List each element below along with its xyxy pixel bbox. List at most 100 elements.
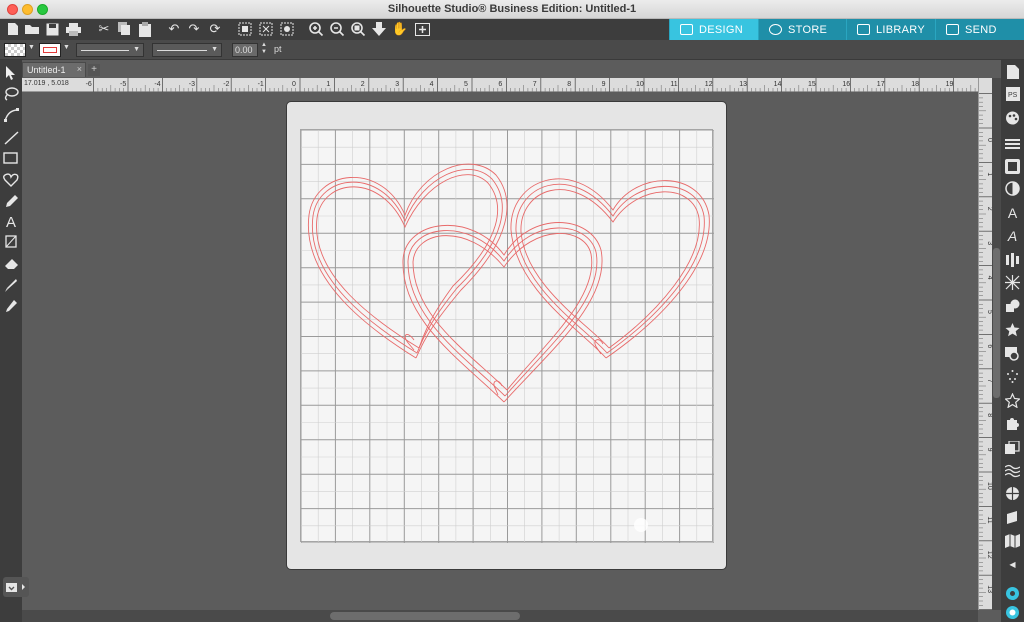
- cutting-mat: [286, 101, 727, 570]
- ruler-label: 6: [498, 81, 502, 88]
- fill-bucket-tool-icon[interactable]: [3, 234, 19, 250]
- page-setup-icon[interactable]: [1005, 64, 1020, 79]
- line-width-input[interactable]: 0.00: [232, 43, 258, 57]
- collapse-panel-icon[interactable]: ◀: [1005, 557, 1020, 572]
- ruler-label: 3: [395, 81, 399, 88]
- fill-panel-icon[interactable]: [1005, 110, 1020, 125]
- zoom-in-icon[interactable]: [308, 21, 324, 37]
- transparency-icon[interactable]: [1005, 181, 1020, 196]
- ungroup-icon[interactable]: [258, 21, 274, 37]
- cut-icon[interactable]: ✂: [96, 21, 112, 37]
- tab-design[interactable]: DESIGN: [669, 19, 758, 40]
- align-icon[interactable]: [1005, 252, 1020, 267]
- ruler-label: 16: [842, 81, 850, 88]
- ruler-label: -6: [86, 81, 92, 88]
- horizontal-scroll-thumb[interactable]: [330, 612, 520, 620]
- trace-icon[interactable]: [1005, 346, 1020, 361]
- text-tool-icon[interactable]: A: [3, 214, 19, 231]
- warp-icon[interactable]: [1005, 510, 1020, 525]
- print-icon[interactable]: [65, 21, 81, 37]
- pencil-tool-icon[interactable]: [3, 193, 19, 209]
- help-icon[interactable]: [1005, 605, 1020, 620]
- ruler-label: 1: [326, 81, 330, 88]
- copy-icon[interactable]: [116, 21, 132, 37]
- ruler-label: 10: [636, 81, 644, 88]
- add-page-icon[interactable]: [414, 21, 430, 37]
- puzzle-icon[interactable]: [1005, 416, 1020, 431]
- horizontal-scrollbar[interactable]: [22, 610, 978, 622]
- open-folder-icon[interactable]: [24, 21, 40, 37]
- line-end-select[interactable]: ▼: [152, 43, 222, 57]
- undo-icon[interactable]: ↶: [166, 21, 182, 37]
- eraser-tool-icon[interactable]: [3, 256, 19, 272]
- select-tool-icon[interactable]: [3, 65, 19, 81]
- vertical-ruler-ticks: 012345678910111213: [979, 93, 993, 619]
- heart-shape-tool-icon[interactable]: [3, 172, 19, 188]
- tab-store[interactable]: STORE: [758, 19, 846, 40]
- rectangle-tool-icon[interactable]: [3, 150, 19, 166]
- pan-down-icon[interactable]: [371, 21, 387, 37]
- settings-gear-icon[interactable]: [1005, 586, 1020, 601]
- sketch-icon[interactable]: [1005, 369, 1020, 384]
- window-title: Silhouette Studio® Business Edition: Unt…: [387, 3, 637, 15]
- line-tool-icon[interactable]: [3, 130, 19, 146]
- heart-center[interactable]: [402, 222, 603, 403]
- text-style-icon[interactable]: A: [1005, 205, 1020, 221]
- group-icon[interactable]: [237, 21, 253, 37]
- tab-send[interactable]: SEND: [935, 19, 1024, 40]
- vertical-scroll-thumb[interactable]: [993, 248, 1000, 398]
- nesting-icon[interactable]: [1005, 486, 1020, 501]
- ruler-label: 5: [464, 81, 468, 88]
- title-bar: Silhouette Studio® Business Edition: Unt…: [0, 0, 1024, 19]
- fill-dropdown-icon[interactable]: ▼: [28, 44, 35, 51]
- zoom-fit-icon[interactable]: [350, 21, 366, 37]
- redo-icon[interactable]: ↷: [186, 21, 202, 37]
- modify-icon[interactable]: [1005, 298, 1020, 313]
- rotate-icon[interactable]: ⟳: [207, 21, 223, 37]
- main-toolbar: ✂ ↶ ↷ ⟳ ✋ DESIGN STORE LIBRARY SEND: [0, 19, 1024, 40]
- tab-library-label: LIBRARY: [876, 23, 925, 36]
- line-color-swatch[interactable]: [39, 43, 61, 57]
- pixscan-icon[interactable]: PS: [1005, 86, 1020, 101]
- text-to-path-icon[interactable]: A: [1005, 228, 1020, 244]
- paste-icon[interactable]: [137, 21, 153, 37]
- ruler-label: 4: [430, 81, 434, 88]
- lasso-tool-icon[interactable]: [3, 86, 19, 102]
- ruler-label: 12: [705, 81, 713, 88]
- ruler-label: -5: [120, 81, 126, 88]
- line-color-dropdown-icon[interactable]: ▼: [63, 44, 70, 51]
- vertical-scrollbar[interactable]: [992, 78, 1001, 610]
- fill-color-swatch[interactable]: [4, 43, 26, 57]
- line-style-panel-icon[interactable]: [1005, 136, 1020, 151]
- hand-icon[interactable]: ✋: [392, 21, 408, 37]
- ruler-label: 8: [567, 81, 571, 88]
- ruler-label: 0: [292, 81, 296, 88]
- heart-shapes[interactable]: [301, 130, 714, 543]
- eyedropper-tool-icon[interactable]: [3, 298, 19, 314]
- save-icon[interactable]: [44, 21, 60, 37]
- new-file-icon[interactable]: [5, 21, 21, 37]
- star-panel-icon[interactable]: [1005, 393, 1020, 408]
- line-width-stepper[interactable]: ▲ ▼: [261, 42, 267, 56]
- compound-icon[interactable]: [279, 21, 295, 37]
- line-style-select[interactable]: ▼: [76, 43, 144, 57]
- pattern-fill-icon[interactable]: [1005, 463, 1020, 478]
- heart-right[interactable]: [510, 178, 710, 359]
- image-effects-icon[interactable]: [1005, 159, 1020, 174]
- point-edit-tool-icon[interactable]: [3, 107, 19, 123]
- tab-send-label: SEND: [965, 23, 997, 36]
- ruler-label: -1: [258, 81, 264, 88]
- map-icon[interactable]: [1005, 533, 1020, 548]
- library-drawer-button[interactable]: [3, 577, 29, 597]
- library-panel-icon[interactable]: [1005, 440, 1020, 455]
- vertical-ruler: 0 1 2 3 4 5 6 7 8 9 10 11 12 13: [978, 78, 993, 619]
- replicate-icon[interactable]: [1005, 275, 1020, 290]
- document-tab[interactable]: Untitled-1 ×: [22, 62, 86, 77]
- close-document-tab-icon[interactable]: ×: [77, 64, 82, 74]
- zoom-out-icon[interactable]: [329, 21, 345, 37]
- add-document-tab-button[interactable]: +: [88, 64, 100, 76]
- tab-library[interactable]: LIBRARY: [846, 19, 935, 40]
- offset-icon[interactable]: [1005, 322, 1020, 337]
- knife-tool-icon[interactable]: [3, 277, 19, 293]
- design-canvas[interactable]: [300, 129, 715, 544]
